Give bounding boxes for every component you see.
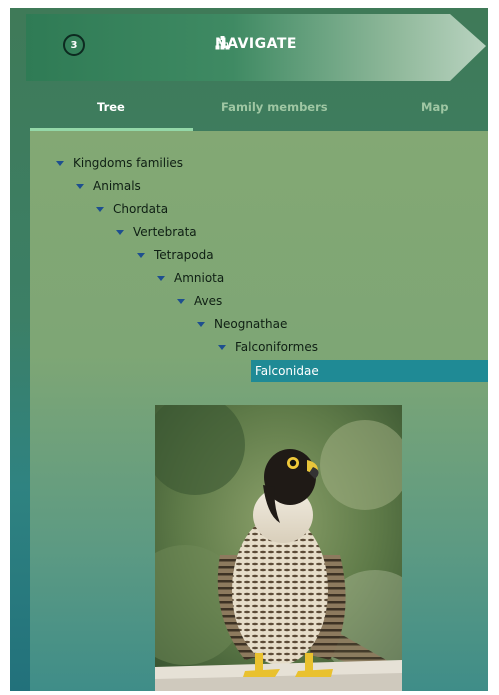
- tree-node-label: Animals: [93, 179, 141, 193]
- tree-node-label: Falconidae: [255, 364, 319, 378]
- tree-node-falconidae[interactable]: Falconidae: [251, 360, 488, 382]
- caret-down-icon[interactable]: [116, 229, 124, 235]
- caret-down-icon[interactable]: [157, 275, 165, 281]
- tab-family-members[interactable]: Family members: [221, 100, 328, 114]
- caret-down-icon[interactable]: [137, 252, 145, 258]
- caret-down-icon[interactable]: [197, 321, 205, 327]
- tree-node-aves[interactable]: Aves: [177, 291, 222, 311]
- tree-node-neognathae[interactable]: Neognathae: [197, 314, 287, 334]
- tree-node-label: Chordata: [113, 202, 169, 216]
- banner-title: NAVIGATE: [215, 36, 297, 52]
- caret-down-icon[interactable]: [56, 160, 64, 166]
- tree-node-kingdoms-families[interactable]: Kingdoms families: [56, 153, 183, 173]
- tree-node-label: Neognathae: [214, 317, 288, 331]
- tree-node-chordata[interactable]: Chordata: [96, 199, 168, 219]
- caret-down-icon[interactable]: [177, 298, 185, 304]
- navigate-panel: 3 NAVIGATE Tree Family members Map Kingd: [10, 8, 488, 691]
- tree-node-amniota[interactable]: Amniota: [157, 268, 224, 288]
- tree-node-animals[interactable]: Animals: [76, 176, 141, 196]
- tab-bar: Tree Family members Map: [10, 90, 488, 131]
- tree-node-label: Aves: [194, 294, 223, 308]
- tree-node-falconiformes[interactable]: Falconiformes: [218, 337, 318, 357]
- tree-node-label: Tetrapoda: [154, 248, 214, 262]
- tree-node-label: Amniota: [174, 271, 225, 285]
- tab-tree[interactable]: Tree: [97, 100, 125, 114]
- tree-node-label: Vertebrata: [133, 225, 197, 239]
- caret-down-icon[interactable]: [218, 344, 226, 350]
- falcon-image: [155, 405, 402, 691]
- tree-node-vertebrata[interactable]: Vertebrata: [116, 222, 197, 242]
- caret-down-icon[interactable]: [76, 183, 84, 189]
- caret-down-icon[interactable]: [96, 206, 104, 212]
- sitemap-icon: [215, 36, 230, 50]
- falcon-photo: [155, 405, 402, 691]
- step-number-badge: 3: [63, 34, 85, 56]
- tree-node-label: Kingdoms families: [73, 156, 184, 170]
- tree-node-label: Falconiformes: [235, 340, 318, 354]
- navigate-banner: 3 NAVIGATE: [10, 8, 488, 84]
- tree-view: Kingdoms families Animals Chordata Verte…: [30, 131, 488, 691]
- tab-map[interactable]: Map: [421, 100, 448, 114]
- tree-node-tetrapoda[interactable]: Tetrapoda: [137, 245, 214, 265]
